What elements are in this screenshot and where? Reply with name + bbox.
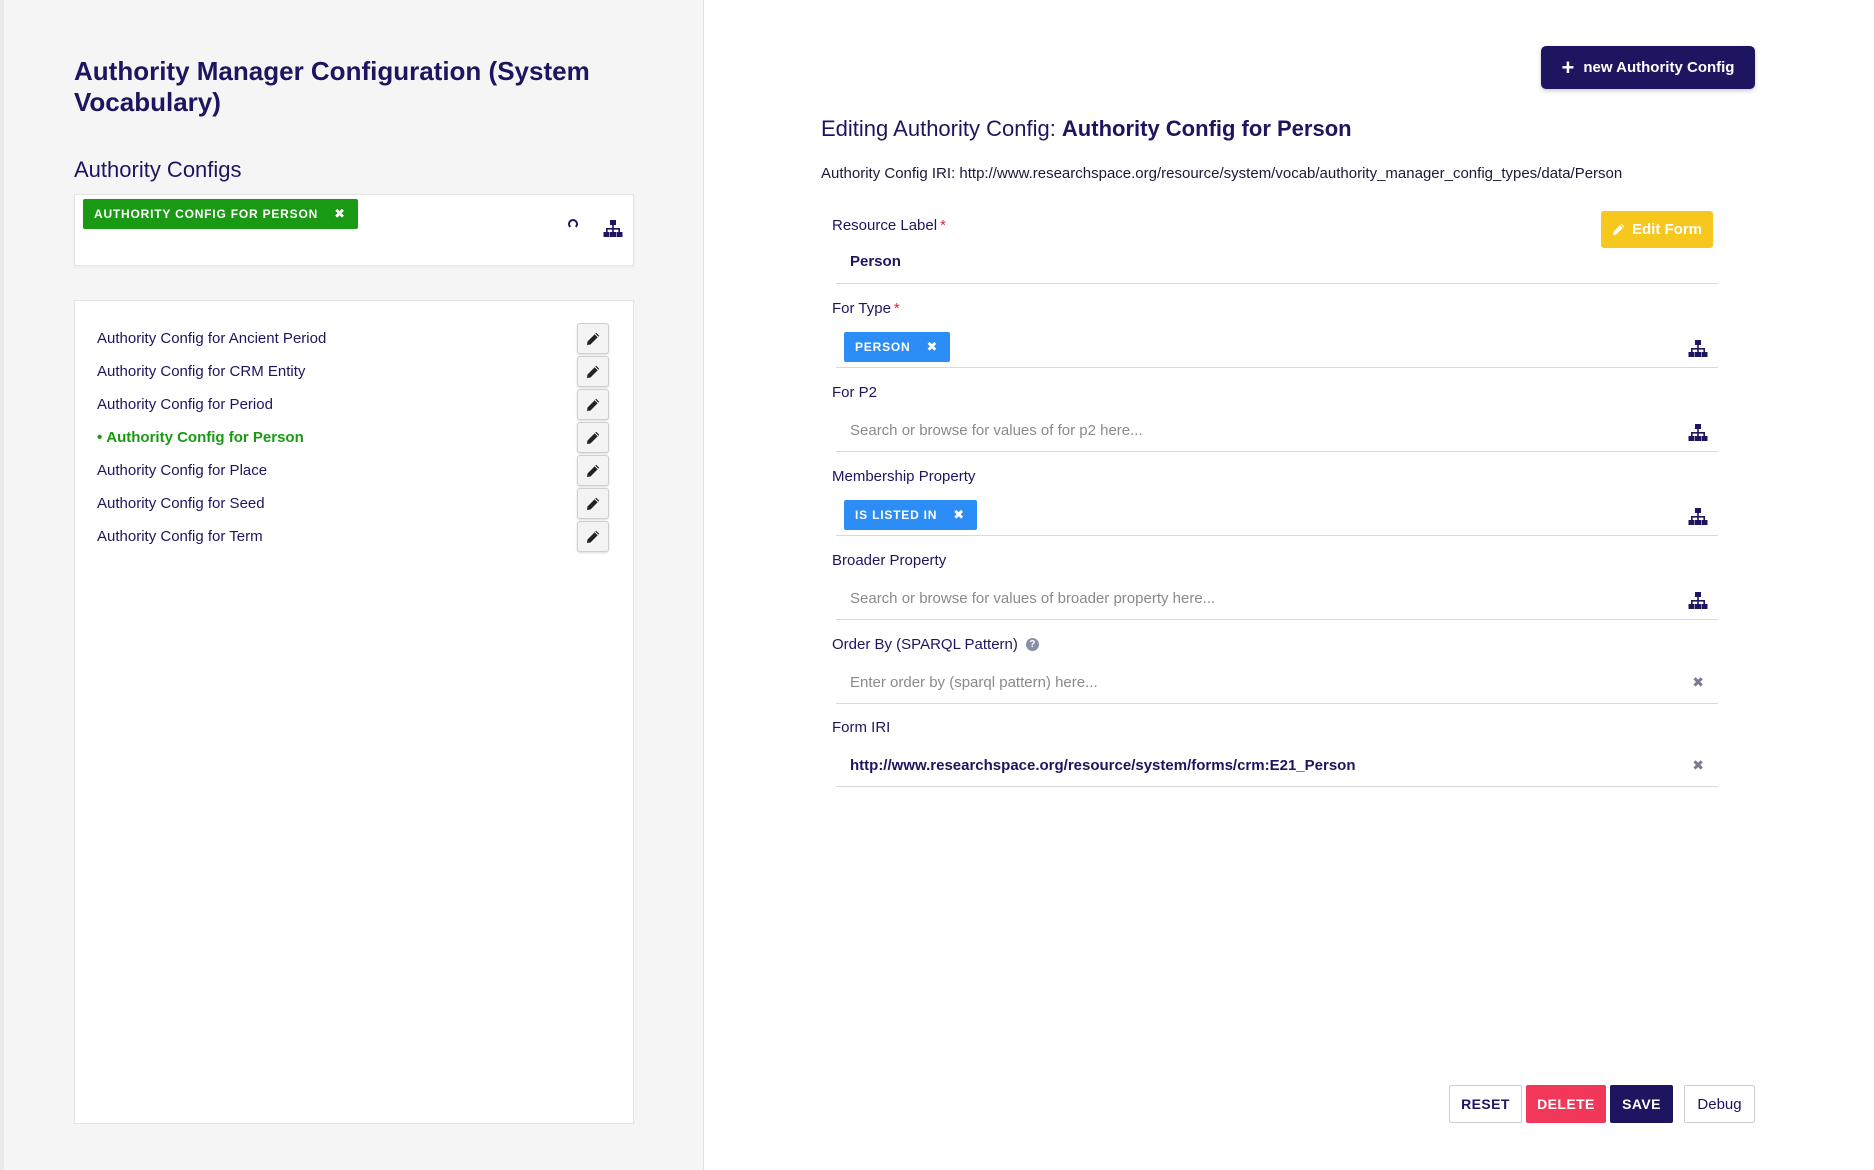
for-type-label: For Type *: [832, 300, 900, 317]
pencil-icon: [586, 365, 600, 379]
tree-icon[interactable]: [1688, 508, 1708, 526]
edit-button[interactable]: [577, 323, 609, 354]
delete-button[interactable]: DELETE: [1526, 1085, 1606, 1123]
panel-edge: [0, 0, 4, 1170]
pencil-icon: [1612, 223, 1625, 236]
left-panel: Authority Manager Configuration (System …: [0, 0, 704, 1170]
list-item[interactable]: Authority Config for Place: [97, 454, 609, 487]
order-by-field[interactable]: Enter order by (sparql pattern) here... …: [836, 664, 1718, 704]
page-title: Authority Manager Configuration (System …: [74, 56, 590, 117]
form-iri-label: Form IRI: [832, 719, 891, 736]
chip-remove-icon[interactable]: ✖: [953, 507, 965, 523]
list-item-label[interactable]: Authority Config for Seed: [97, 495, 265, 512]
editing-config-name: Authority Config for Person: [1061, 116, 1352, 141]
section-title: Authority Configs: [74, 157, 242, 182]
membership-property-field[interactable]: IS LISTED IN ✖: [836, 496, 1718, 536]
broader-property-field[interactable]: Search or browse for values of broader p…: [836, 580, 1718, 620]
list-item-label[interactable]: Authority Config for Term: [97, 528, 263, 545]
edit-button[interactable]: [577, 356, 609, 387]
tree-icon[interactable]: [1688, 592, 1708, 610]
selected-config-chip[interactable]: AUTHORITY CONFIG FOR PERSON ✖: [83, 199, 358, 229]
membership-property-label: Membership Property: [832, 468, 976, 485]
list-item[interactable]: Authority Config for Term: [97, 520, 609, 553]
save-button[interactable]: SAVE: [1610, 1085, 1673, 1123]
tree-icon[interactable]: [603, 220, 623, 238]
config-list: Authority Config for Ancient Period Auth…: [74, 300, 634, 1124]
list-item-label[interactable]: Authority Config for Place: [97, 462, 267, 479]
edit-button[interactable]: [577, 521, 609, 552]
edit-button[interactable]: [577, 389, 609, 420]
clear-icon[interactable]: ✖: [1692, 757, 1704, 774]
edit-button[interactable]: [577, 488, 609, 519]
list-item-active[interactable]: • Authority Config for Person: [97, 421, 609, 454]
required-marker: *: [893, 300, 900, 317]
form-iri-field[interactable]: http://www.researchspace.org/resource/sy…: [836, 747, 1718, 787]
plus-icon: +: [1561, 54, 1575, 80]
field-label-text: Order By (SPARQL Pattern): [832, 636, 1018, 653]
pencil-icon: [586, 398, 600, 412]
config-iri: Authority Config IRI: http://www.researc…: [821, 165, 1623, 182]
edit-button[interactable]: [577, 455, 609, 486]
clear-icon[interactable]: ✖: [1692, 674, 1704, 691]
edit-form-button[interactable]: Edit Form: [1601, 211, 1713, 248]
order-by-label: Order By (SPARQL Pattern)?: [832, 636, 1039, 653]
list-item[interactable]: Authority Config for Ancient Period: [97, 322, 609, 355]
order-by-placeholder[interactable]: Enter order by (sparql pattern) here...: [850, 674, 1098, 691]
authority-config-selector[interactable]: AUTHORITY CONFIG FOR PERSON ✖: [74, 194, 634, 266]
tree-icon[interactable]: [1688, 424, 1708, 442]
for-p2-label: For P2: [832, 384, 878, 401]
broader-property-placeholder[interactable]: Search or browse for values of broader p…: [850, 590, 1215, 607]
pencil-icon: [586, 464, 600, 478]
reset-button[interactable]: RESET: [1449, 1085, 1522, 1123]
list-item-label[interactable]: Authority Config for CRM Entity: [97, 363, 305, 380]
spinner-icon: [568, 219, 578, 229]
edit-form-label: Edit Form: [1632, 221, 1702, 238]
resource-label-field[interactable]: Person: [836, 244, 1718, 284]
debug-button[interactable]: Debug: [1684, 1085, 1755, 1123]
pencil-icon: [586, 530, 600, 544]
editing-prefix: Editing Authority Config:: [821, 116, 1062, 141]
for-p2-field[interactable]: Search or browse for values of for p2 he…: [836, 412, 1718, 452]
new-authority-config-label: new Authority Config: [1583, 59, 1735, 76]
membership-property-chip[interactable]: IS LISTED IN ✖: [844, 500, 977, 530]
help-icon[interactable]: ?: [1025, 638, 1039, 651]
selected-config-chip-label: AUTHORITY CONFIG FOR PERSON: [94, 207, 319, 221]
for-p2-placeholder[interactable]: Search or browse for values of for p2 he…: [850, 422, 1143, 439]
for-type-field[interactable]: PERSON ✖: [836, 328, 1718, 368]
resource-label-label: Resource Label *: [832, 217, 946, 234]
pencil-icon: [586, 332, 600, 346]
list-item-label[interactable]: Authority Config for Ancient Period: [97, 330, 326, 347]
active-bullet: •: [97, 429, 103, 446]
for-type-chip-label: PERSON: [855, 340, 911, 354]
list-item-label[interactable]: Authority Config for Person: [106, 429, 304, 446]
list-item[interactable]: Authority Config for Period: [97, 388, 609, 421]
list-item-label[interactable]: Authority Config for Period: [97, 396, 273, 413]
editing-heading: Editing Authority Config: Authority Conf…: [821, 116, 1352, 142]
required-marker: *: [940, 217, 946, 234]
resource-label-value[interactable]: Person: [850, 253, 901, 270]
tree-icon[interactable]: [1688, 340, 1708, 358]
chip-remove-icon[interactable]: ✖: [334, 206, 346, 222]
field-label-text: For Type: [832, 300, 891, 317]
edit-button[interactable]: [577, 422, 609, 453]
chip-remove-icon[interactable]: ✖: [926, 339, 938, 355]
form-iri-value[interactable]: http://www.researchspace.org/resource/sy…: [850, 757, 1355, 774]
broader-property-label: Broader Property: [832, 552, 947, 569]
field-label-text: Resource Label: [832, 217, 938, 234]
pencil-icon: [586, 431, 600, 445]
new-authority-config-button[interactable]: + new Authority Config: [1541, 46, 1755, 89]
list-item[interactable]: Authority Config for CRM Entity: [97, 355, 609, 388]
list-item[interactable]: Authority Config for Seed: [97, 487, 609, 520]
pencil-icon: [586, 497, 600, 511]
membership-property-chip-label: IS LISTED IN: [855, 508, 938, 522]
for-type-chip[interactable]: PERSON ✖: [844, 332, 951, 362]
